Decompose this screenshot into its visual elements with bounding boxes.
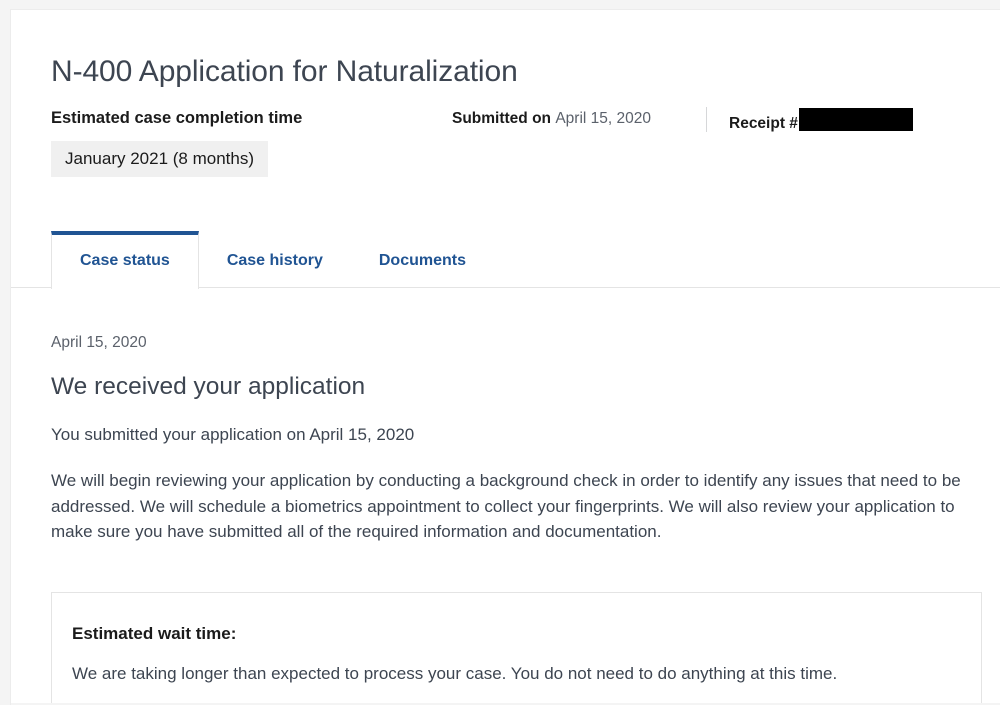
- tab-bar: Case status Case history Documents: [11, 230, 1000, 289]
- submitted-on-label: Submitted on: [452, 110, 552, 127]
- submitted-on-value: April 15, 2020: [555, 110, 651, 127]
- tab-documents[interactable]: Documents: [351, 232, 494, 288]
- status-event-body: We will begin reviewing your application…: [51, 471, 961, 542]
- page-title: N-400 Application for Naturalization: [51, 55, 518, 88]
- receipt-number-redaction-bar: [798, 108, 913, 131]
- tab-list: Case status Case history Documents: [51, 231, 494, 289]
- meta-divider: [706, 107, 707, 132]
- tab-case-history[interactable]: Case history: [199, 232, 351, 288]
- estimated-wait-time-text: We are taking longer than expected to pr…: [72, 663, 838, 683]
- status-event-date: April 15, 2020: [51, 334, 147, 351]
- estimated-wait-time-box: Estimated wait time: We are taking longe…: [51, 591, 982, 705]
- case-meta-row: Estimated case completion time Submitted…: [51, 107, 1000, 133]
- estimated-completion-label: Estimated case completion time: [51, 109, 303, 127]
- status-event-title: We received your application: [51, 373, 366, 400]
- case-status-page-card: N-400 Application for Naturalization Est…: [10, 9, 1000, 705]
- receipt-number-label: Receipt #: [729, 115, 798, 132]
- case-status-panel: April 15, 2020 We received your applicat…: [11, 288, 1000, 705]
- submitted-on-group: Submitted on April 15, 2020: [452, 108, 651, 130]
- estimated-completion-badge: January 2021 (8 months): [51, 141, 268, 177]
- tab-case-status[interactable]: Case status: [51, 231, 199, 289]
- receipt-number-group: Receipt #: [729, 108, 913, 135]
- status-event-subtitle: You submitted your application on April …: [51, 425, 415, 445]
- page-header: N-400 Application for Naturalization Est…: [11, 10, 1000, 177]
- estimated-wait-time-title: Estimated wait time:: [72, 623, 237, 643]
